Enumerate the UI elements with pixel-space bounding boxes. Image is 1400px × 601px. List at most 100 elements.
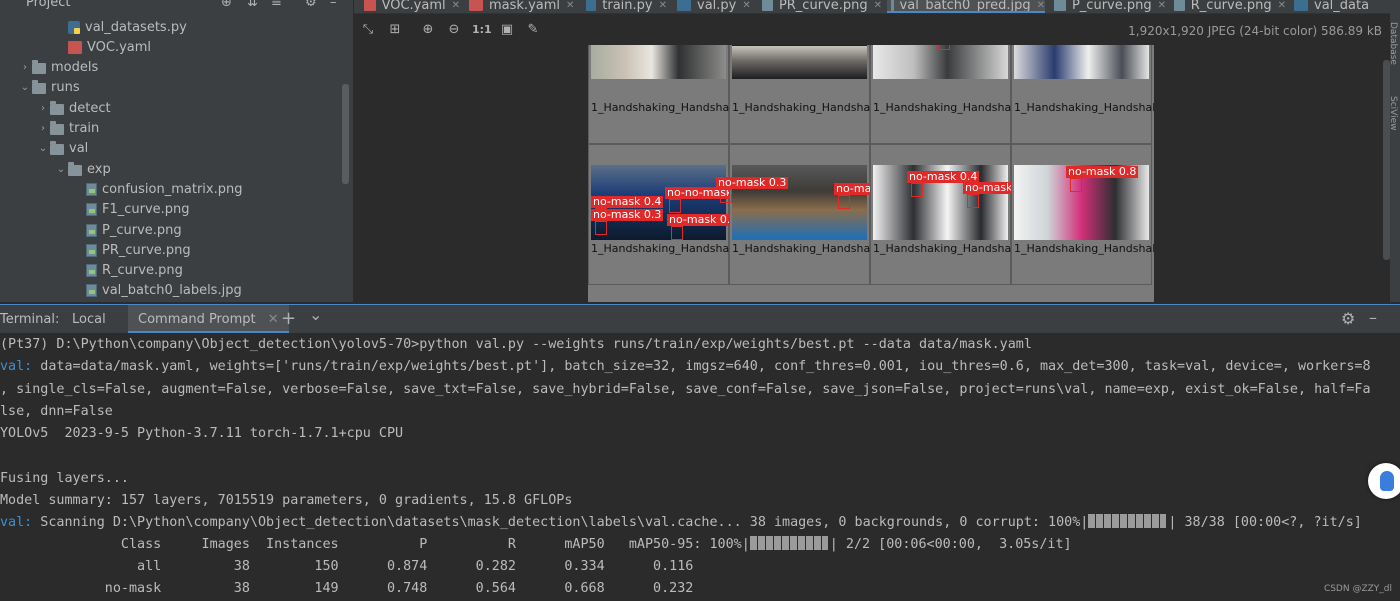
actual-size-icon[interactable]: 1:1 <box>472 22 492 38</box>
tree-item[interactable]: ⌄ exp <box>54 159 111 179</box>
tree-item[interactable]: ⌄ val <box>36 139 88 159</box>
grid-icon[interactable]: ⊞ <box>387 22 403 38</box>
prediction-photo <box>1014 46 1149 79</box>
detection-box <box>1070 178 1082 192</box>
batch-cell: no-mask 0.5no-mask 0.51_Handshaking_Hand… <box>1011 45 1154 144</box>
tab-label: R_curve.png <box>1190 0 1272 13</box>
minimize-icon[interactable]: – <box>1369 308 1377 327</box>
tree-item[interactable]: › detect <box>36 98 111 118</box>
chevron-right-icon[interactable]: › <box>18 62 32 73</box>
close-icon[interactable]: ✕ <box>452 0 460 11</box>
tab-train-py[interactable]: train.py ✕ <box>582 0 667 13</box>
tab-label: PR_curve.png <box>778 0 868 13</box>
close-icon[interactable]: ✕ <box>566 0 574 11</box>
tab-label: val_data <box>1314 0 1370 13</box>
prediction-photo-top <box>1014 45 1149 46</box>
close-icon[interactable]: ✕ <box>742 0 750 11</box>
tab-label: P_curve.png <box>1071 0 1152 13</box>
line-prefix: val: <box>0 359 33 375</box>
tree-item[interactable]: R_curve.png <box>72 261 183 281</box>
image-info: 1,920x1,920 JPEG (24-bit color) 586.89 k… <box>1128 24 1382 38</box>
tree-item[interactable]: confusion_matrix.png <box>72 179 243 199</box>
chevron-down-icon[interactable]: ⌄ <box>309 305 322 324</box>
sciview-tool[interactable]: SciView <box>1388 96 1398 131</box>
metrics-status: | 2/2 [00:06<00:00, 3.05s/it] <box>829 537 1072 552</box>
expand-icon[interactable]: ≡ <box>271 0 282 10</box>
zoom-in-icon[interactable]: ⊕ <box>420 22 436 38</box>
tree-item-label: detect <box>69 100 111 116</box>
terminal-header: Terminal: Local Command Prompt ✕ + ⌄ ⚙ – <box>0 304 1400 334</box>
gear-icon[interactable]: ⚙ <box>1341 309 1355 328</box>
tree-item[interactable]: val_batch0_labels.jpg <box>72 281 242 301</box>
tab-mask-yaml[interactable]: mask.yaml ✕ <box>465 0 575 13</box>
detection-box <box>720 189 732 203</box>
chevron-right-icon[interactable]: › <box>36 103 50 114</box>
yaml-file-icon <box>68 40 82 54</box>
tree-item[interactable]: F1_curve.png <box>72 200 190 220</box>
close-icon[interactable]: ✕ <box>1037 0 1045 11</box>
tab-command-prompt[interactable]: Command Prompt ✕ <box>128 305 289 334</box>
image-canvas[interactable]: no-mask 0.31_Handshaking_Handshaking_1_1… <box>588 45 1154 302</box>
chevron-down-icon[interactable]: ⌄ <box>18 82 32 93</box>
tree-item[interactable]: VOC.yaml <box>54 37 151 57</box>
terminal-line: lse, dnn=False <box>0 401 113 423</box>
new-tab-icon[interactable]: + <box>281 308 296 329</box>
close-icon[interactable]: ✕ <box>659 0 667 11</box>
tree-item[interactable]: ⌄ runs <box>18 78 80 98</box>
tree-item[interactable]: val_datasets.py <box>54 17 187 37</box>
metrics-row-no-mask: no-mask 38 149 0.748 0.564 0.668 0.232 <box>0 581 694 596</box>
fit-window-icon[interactable]: ▣ <box>499 22 515 38</box>
detection-box <box>671 226 683 240</box>
tab-r-curve-png[interactable]: R_curve.png ✕ <box>1170 0 1286 13</box>
tab-label: train.py <box>602 0 653 13</box>
detection-label: no-mask 0.4 <box>591 195 664 208</box>
close-icon[interactable]: ✕ <box>1278 0 1286 11</box>
tree-item[interactable]: › models <box>18 58 98 78</box>
detection-box <box>838 195 850 209</box>
line-text: Fusing layers... <box>0 470 129 486</box>
detection-box <box>911 183 923 197</box>
tab-voc-yaml[interactable]: VOC.yaml ✕ <box>360 0 460 13</box>
detection-label: no-mask 0.8 <box>1066 165 1139 178</box>
line-text: (Pt37) D:\Python\company\Object_detectio… <box>0 337 1032 352</box>
batch-cell: no-mask 0.3no-mask 0.3no-mask 0.31_Hands… <box>729 45 953 144</box>
collapse-all-icon[interactable]: ⇊ <box>247 0 258 10</box>
close-icon[interactable]: ✕ <box>874 0 882 11</box>
tab-local[interactable]: Local <box>72 312 106 327</box>
assistant-button[interactable] <box>1368 463 1400 499</box>
chevron-right-icon[interactable]: › <box>36 123 50 134</box>
terminal-output[interactable]: (Pt37) D:\Python\company\Object_detectio… <box>0 333 1400 601</box>
close-icon[interactable]: ✕ <box>1158 0 1166 11</box>
chevron-down-icon[interactable]: ⌄ <box>36 143 50 154</box>
tree-item[interactable]: P_curve.png <box>72 220 182 240</box>
color-picker-icon[interactable]: ✎ <box>525 22 541 38</box>
hide-icon[interactable]: – <box>330 0 337 10</box>
python-file-icon <box>68 20 80 34</box>
tree-item[interactable]: › train <box>36 119 99 139</box>
tab-label: VOC.yaml <box>381 0 446 13</box>
detection-label: no-mask 0.3 <box>716 176 789 189</box>
chevron-down-icon[interactable]: ⌄ <box>54 164 68 175</box>
tree-item-label: confusion_matrix.png <box>102 181 243 197</box>
tree-item[interactable]: PR_curve.png <box>72 240 191 260</box>
viewer-scrollbar[interactable] <box>1383 60 1390 260</box>
settings-icon[interactable]: ⚙ <box>305 0 317 10</box>
tree-item-label: val_batch0_labels.jpg <box>102 283 242 299</box>
fit-icon[interactable]: ⤡ <box>360 22 376 38</box>
right-tool-strip: Database SciView <box>1388 0 1400 302</box>
zoom-out-icon[interactable]: ⊖ <box>446 22 462 38</box>
locate-icon[interactable]: ⊕ <box>221 0 232 10</box>
close-icon[interactable]: ✕ <box>268 312 279 327</box>
tab-command-prompt-label: Command Prompt <box>138 312 256 327</box>
project-title[interactable]: Project <box>26 0 70 10</box>
tab-label: val_batch0_pred.jpg <box>899 0 1031 13</box>
tab-p-curve-png[interactable]: P_curve.png ✕ <box>1050 0 1166 13</box>
tab-pr-curve-png[interactable]: PR_curve.png ✕ <box>758 0 882 13</box>
tab-val-batch0-pred-jpg[interactable]: val_batch0_pred.jpg ✕ <box>887 0 1045 13</box>
tab-val-data[interactable]: val_data <box>1290 0 1400 13</box>
assistant-icon <box>1380 471 1394 491</box>
database-tool[interactable]: Database <box>1388 22 1398 65</box>
project-scrollbar[interactable] <box>342 84 349 184</box>
terminal-label: Terminal: <box>0 312 60 327</box>
tab-val-py[interactable]: val.py ✕ <box>673 0 753 13</box>
